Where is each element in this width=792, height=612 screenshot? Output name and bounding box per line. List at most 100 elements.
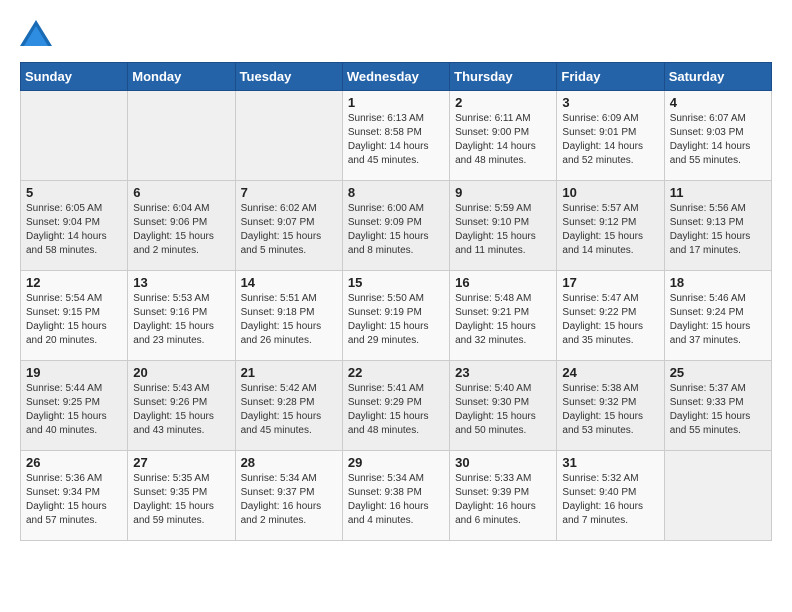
day-info: Sunrise: 5:38 AM Sunset: 9:32 PM Dayligh… bbox=[562, 382, 658, 438]
day-info: Sunrise: 5:48 AM Sunset: 9:21 PM Dayligh… bbox=[455, 292, 551, 348]
calendar-cell: 13 Sunrise: 5:53 AM Sunset: 9:16 PM Dayli… bbox=[128, 271, 235, 361]
day-number: 18 bbox=[670, 275, 766, 290]
day-info: Sunrise: 5:57 AM Sunset: 9:12 PM Dayligh… bbox=[562, 202, 658, 258]
calendar-cell: 1 Sunrise: 6:13 AM Sunset: 8:58 PM Daylig… bbox=[342, 91, 449, 181]
calendar-cell: 29 Sunrise: 5:34 AM Sunset: 9:38 PM Dayli… bbox=[342, 451, 449, 541]
day-info: Sunrise: 6:05 AM Sunset: 9:04 PM Dayligh… bbox=[26, 202, 122, 258]
calendar-week-1: 1 Sunrise: 6:13 AM Sunset: 8:58 PM Daylig… bbox=[21, 91, 772, 181]
day-info: Sunrise: 5:37 AM Sunset: 9:33 PM Dayligh… bbox=[670, 382, 766, 438]
calendar-cell: 18 Sunrise: 5:46 AM Sunset: 9:24 PM Dayli… bbox=[664, 271, 771, 361]
calendar-week-2: 5 Sunrise: 6:05 AM Sunset: 9:04 PM Daylig… bbox=[21, 181, 772, 271]
calendar-cell: 27Sunrise: 5:35 AM Sunset: 9:35 PM Dayli… bbox=[128, 451, 235, 541]
calendar-cell: 24 Sunrise: 5:38 AM Sunset: 9:32 PM Dayli… bbox=[557, 361, 664, 451]
day-info: Sunrise: 6:09 AM Sunset: 9:01 PM Dayligh… bbox=[562, 112, 658, 168]
calendar-cell: 31 Sunrise: 5:32 AM Sunset: 9:40 PM Dayli… bbox=[557, 451, 664, 541]
calendar-cell: 23 Sunrise: 5:40 AM Sunset: 9:30 PM Dayli… bbox=[450, 361, 557, 451]
day-info: Sunrise: 5:59 AM Sunset: 9:10 PM Dayligh… bbox=[455, 202, 551, 258]
day-number: 27 bbox=[133, 455, 229, 470]
day-number: 7 bbox=[241, 185, 337, 200]
calendar-header-tuesday: Tuesday bbox=[235, 63, 342, 91]
calendar-cell: 30Sunrise: 5:33 AM Sunset: 9:39 PM Dayli… bbox=[450, 451, 557, 541]
day-info: Sunrise: 5:34 AM Sunset: 9:38 PM Dayligh… bbox=[348, 472, 444, 528]
day-info: Sunrise: 5:44 AM Sunset: 9:25 PM Dayligh… bbox=[26, 382, 122, 438]
calendar-cell: 7Sunrise: 6:02 AM Sunset: 9:07 PM Daylig… bbox=[235, 181, 342, 271]
calendar-cell: 22 Sunrise: 5:41 AM Sunset: 9:29 PM Dayli… bbox=[342, 361, 449, 451]
day-info: Sunrise: 6:13 AM Sunset: 8:58 PM Dayligh… bbox=[348, 112, 444, 168]
calendar-cell: 4 Sunrise: 6:07 AM Sunset: 9:03 PM Daylig… bbox=[664, 91, 771, 181]
calendar-week-5: 26 Sunrise: 5:36 AM Sunset: 9:34 PM Dayli… bbox=[21, 451, 772, 541]
calendar-cell bbox=[21, 91, 128, 181]
day-number: 8 bbox=[348, 185, 444, 200]
day-number: 9 bbox=[455, 185, 551, 200]
calendar-cell: 6Sunrise: 6:04 AM Sunset: 9:06 PM Daylig… bbox=[128, 181, 235, 271]
calendar-cell: 16 Sunrise: 5:48 AM Sunset: 9:21 PM Dayli… bbox=[450, 271, 557, 361]
day-number: 31 bbox=[562, 455, 658, 470]
calendar-cell bbox=[128, 91, 235, 181]
calendar-cell: 12 Sunrise: 5:54 AM Sunset: 9:15 PM Dayli… bbox=[21, 271, 128, 361]
day-number: 20 bbox=[133, 365, 229, 380]
day-number: 11 bbox=[670, 185, 766, 200]
calendar-header-row: SundayMondayTuesdayWednesdayThursdayFrid… bbox=[21, 63, 772, 91]
calendar-week-4: 19 Sunrise: 5:44 AM Sunset: 9:25 PM Dayli… bbox=[21, 361, 772, 451]
calendar-header-thursday: Thursday bbox=[450, 63, 557, 91]
day-info: Sunrise: 5:53 AM Sunset: 9:16 PM Dayligh… bbox=[133, 292, 229, 348]
day-info: Sunrise: 5:46 AM Sunset: 9:24 PM Dayligh… bbox=[670, 292, 766, 348]
day-info: Sunrise: 5:47 AM Sunset: 9:22 PM Dayligh… bbox=[562, 292, 658, 348]
day-number: 1 bbox=[348, 95, 444, 110]
logo bbox=[20, 20, 56, 46]
day-number: 4 bbox=[670, 95, 766, 110]
day-info: Sunrise: 5:56 AM Sunset: 9:13 PM Dayligh… bbox=[670, 202, 766, 258]
day-info: Sunrise: 5:33 AM Sunset: 9:39 PM Dayligh… bbox=[455, 472, 551, 528]
calendar-cell: 3Sunrise: 6:09 AM Sunset: 9:01 PM Daylig… bbox=[557, 91, 664, 181]
day-number: 29 bbox=[348, 455, 444, 470]
day-number: 23 bbox=[455, 365, 551, 380]
day-info: Sunrise: 5:42 AM Sunset: 9:28 PM Dayligh… bbox=[241, 382, 337, 438]
day-number: 19 bbox=[26, 365, 122, 380]
day-info: Sunrise: 5:43 AM Sunset: 9:26 PM Dayligh… bbox=[133, 382, 229, 438]
day-info: Sunrise: 5:41 AM Sunset: 9:29 PM Dayligh… bbox=[348, 382, 444, 438]
calendar-cell: 26 Sunrise: 5:36 AM Sunset: 9:34 PM Dayli… bbox=[21, 451, 128, 541]
day-number: 28 bbox=[241, 455, 337, 470]
day-number: 2 bbox=[455, 95, 551, 110]
calendar-cell: 10Sunrise: 5:57 AM Sunset: 9:12 PM Dayli… bbox=[557, 181, 664, 271]
day-info: Sunrise: 6:00 AM Sunset: 9:09 PM Dayligh… bbox=[348, 202, 444, 258]
day-number: 14 bbox=[241, 275, 337, 290]
calendar-header-sunday: Sunday bbox=[21, 63, 128, 91]
calendar-cell: 21 Sunrise: 5:42 AM Sunset: 9:28 PM Dayli… bbox=[235, 361, 342, 451]
calendar-cell bbox=[235, 91, 342, 181]
calendar-header-wednesday: Wednesday bbox=[342, 63, 449, 91]
page-header bbox=[20, 20, 772, 46]
calendar-cell: 15 Sunrise: 5:50 AM Sunset: 9:19 PM Dayli… bbox=[342, 271, 449, 361]
day-number: 22 bbox=[348, 365, 444, 380]
calendar-week-3: 12 Sunrise: 5:54 AM Sunset: 9:15 PM Dayli… bbox=[21, 271, 772, 361]
day-info: Sunrise: 5:54 AM Sunset: 9:15 PM Dayligh… bbox=[26, 292, 122, 348]
logo-icon bbox=[20, 20, 52, 46]
calendar-cell: 9 Sunrise: 5:59 AM Sunset: 9:10 PM Daylig… bbox=[450, 181, 557, 271]
day-info: Sunrise: 5:34 AM Sunset: 9:37 PM Dayligh… bbox=[241, 472, 337, 528]
calendar-cell: 14 Sunrise: 5:51 AM Sunset: 9:18 PM Dayli… bbox=[235, 271, 342, 361]
day-number: 5 bbox=[26, 185, 122, 200]
calendar-cell: 2Sunrise: 6:11 AM Sunset: 9:00 PM Daylig… bbox=[450, 91, 557, 181]
day-number: 13 bbox=[133, 275, 229, 290]
calendar-cell: 5 Sunrise: 6:05 AM Sunset: 9:04 PM Daylig… bbox=[21, 181, 128, 271]
day-info: Sunrise: 5:32 AM Sunset: 9:40 PM Dayligh… bbox=[562, 472, 658, 528]
calendar-cell: 20 Sunrise: 5:43 AM Sunset: 9:26 PM Dayli… bbox=[128, 361, 235, 451]
day-info: Sunrise: 5:40 AM Sunset: 9:30 PM Dayligh… bbox=[455, 382, 551, 438]
day-info: Sunrise: 6:07 AM Sunset: 9:03 PM Dayligh… bbox=[670, 112, 766, 168]
calendar-table: SundayMondayTuesdayWednesdayThursdayFrid… bbox=[20, 62, 772, 541]
day-number: 16 bbox=[455, 275, 551, 290]
day-info: Sunrise: 5:50 AM Sunset: 9:19 PM Dayligh… bbox=[348, 292, 444, 348]
calendar-header-monday: Monday bbox=[128, 63, 235, 91]
day-number: 24 bbox=[562, 365, 658, 380]
calendar-cell: 17Sunrise: 5:47 AM Sunset: 9:22 PM Dayli… bbox=[557, 271, 664, 361]
day-info: Sunrise: 5:51 AM Sunset: 9:18 PM Dayligh… bbox=[241, 292, 337, 348]
day-number: 6 bbox=[133, 185, 229, 200]
calendar-cell: 11 Sunrise: 5:56 AM Sunset: 9:13 PM Dayli… bbox=[664, 181, 771, 271]
day-number: 12 bbox=[26, 275, 122, 290]
day-info: Sunrise: 5:36 AM Sunset: 9:34 PM Dayligh… bbox=[26, 472, 122, 528]
day-number: 21 bbox=[241, 365, 337, 380]
day-number: 26 bbox=[26, 455, 122, 470]
day-number: 25 bbox=[670, 365, 766, 380]
day-number: 15 bbox=[348, 275, 444, 290]
calendar-header-friday: Friday bbox=[557, 63, 664, 91]
